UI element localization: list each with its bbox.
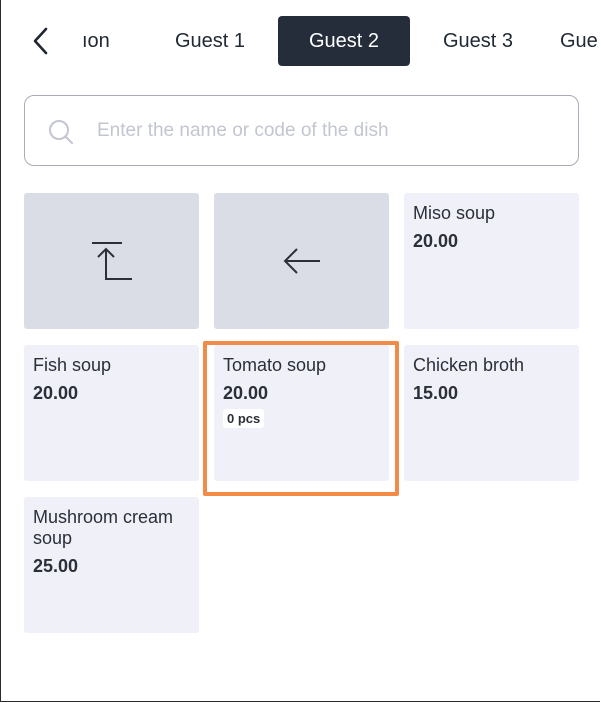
arrow-left-icon: [283, 248, 320, 274]
chevron-left-icon: [33, 27, 48, 55]
arrow-up-to-top-icon: [91, 242, 132, 280]
dish-price: 15.00: [413, 383, 459, 403]
search-input[interactable]: [95, 110, 569, 152]
dish-tile-fish-soup[interactable]: Fish soup 20.00: [24, 345, 199, 481]
dish-price: 25.00: [33, 556, 79, 576]
back-button[interactable]: [26, 24, 56, 58]
search-icon: [49, 120, 73, 144]
tab-guest-2[interactable]: Guest 2: [278, 16, 410, 66]
tab-guest-3[interactable]: Guest 3: [428, 16, 528, 66]
quantity-badge: 0 pcs: [223, 409, 265, 428]
dish-price: 20.00: [223, 383, 269, 403]
dish-price: 20.00: [413, 231, 459, 251]
back-category-button[interactable]: [214, 193, 389, 329]
dish-price: 20.00: [33, 383, 79, 403]
dish-name: Fish soup: [33, 355, 112, 375]
search-box: [24, 95, 579, 166]
tab-common[interactable]: ıon: [82, 16, 132, 66]
dish-name: Mushroom cream soup: [33, 507, 174, 548]
dish-tile-miso-soup[interactable]: Miso soup 20.00: [404, 193, 579, 329]
dish-tile-chicken-broth[interactable]: Chicken broth 15.00: [404, 345, 579, 481]
dish-tile-mushroom-cream-soup[interactable]: Mushroom cream soup 25.00: [24, 497, 199, 633]
dish-name: Tomato soup: [223, 355, 327, 375]
guest-tabs-bar: ıon Guest 1 Guest 2 Guest 3 Gue: [0, 0, 601, 82]
dish-name: Miso soup: [413, 203, 496, 223]
tab-guest-1[interactable]: Guest 1: [160, 16, 260, 66]
scroll-to-top-button[interactable]: [24, 193, 199, 329]
dish-tile-tomato-soup[interactable]: Tomato soup 20.00 0 pcs: [214, 345, 389, 481]
dish-name: Chicken broth: [413, 355, 525, 375]
tab-guest-4[interactable]: Gue: [560, 16, 601, 66]
